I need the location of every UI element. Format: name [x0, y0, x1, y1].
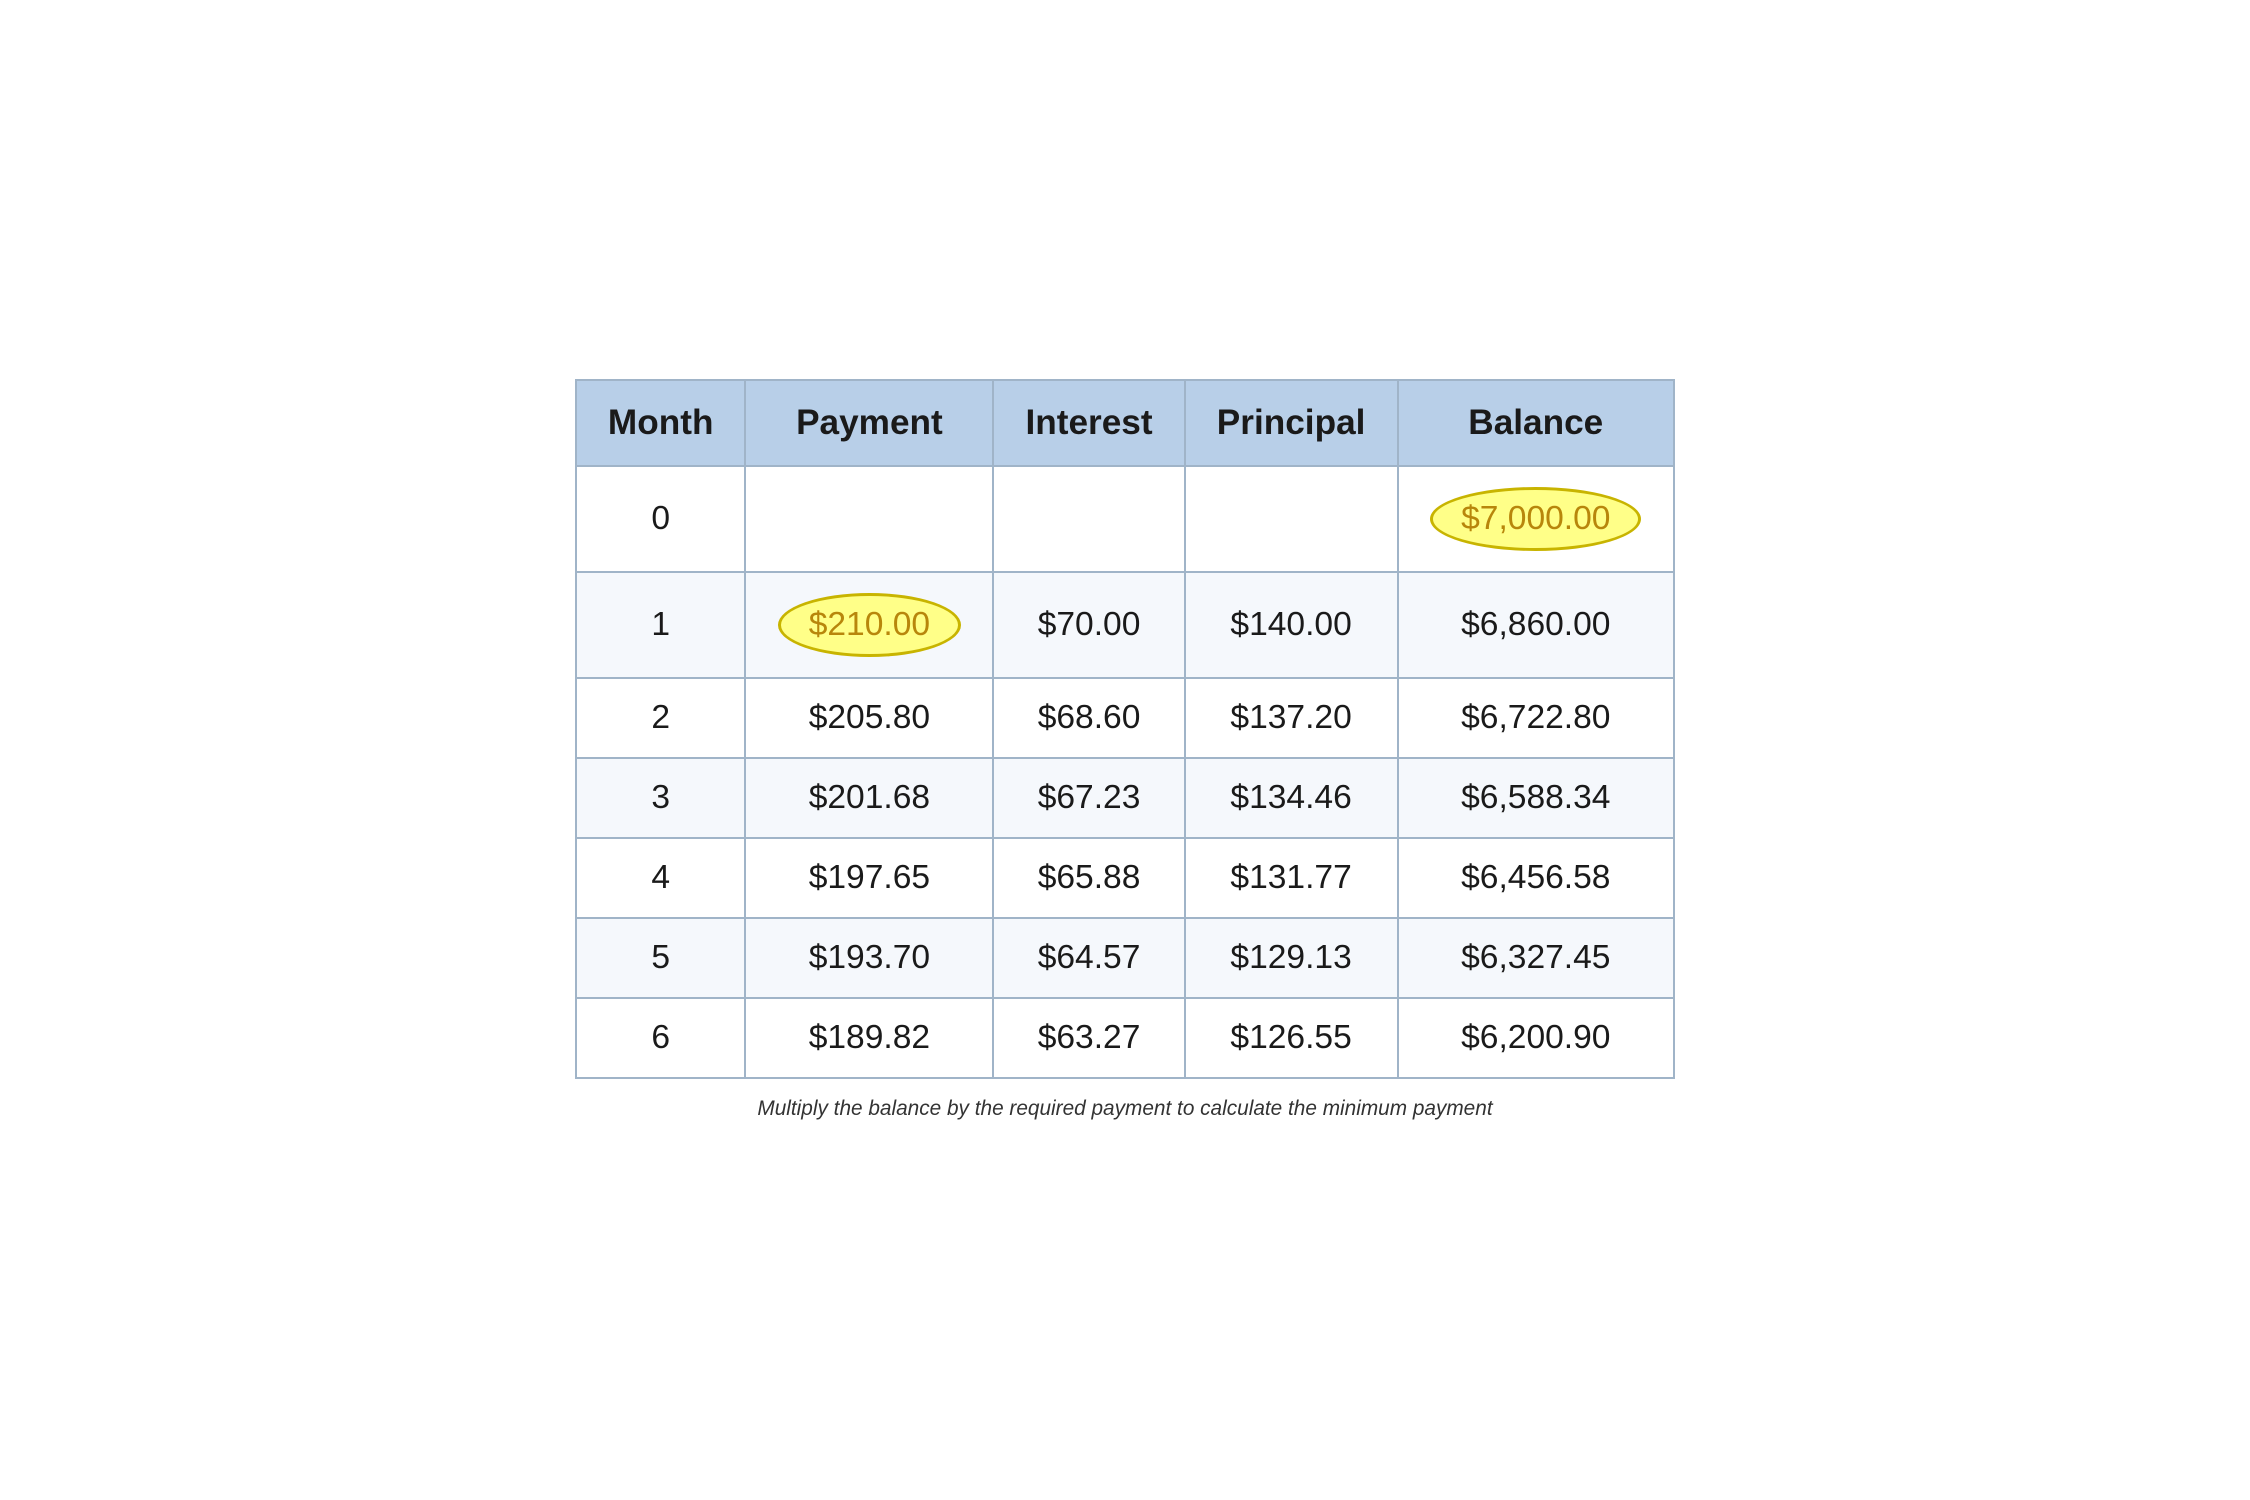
amortization-table-container: Month Payment Interest Principal Balance…	[575, 379, 1675, 1121]
cell-principal	[1185, 466, 1398, 572]
table-row: 5$193.70$64.57$129.13$6,327.45	[576, 918, 1674, 998]
table-header-row: Month Payment Interest Principal Balance	[576, 380, 1674, 466]
cell-interest: $63.27	[993, 998, 1184, 1078]
cell-interest: $65.88	[993, 838, 1184, 918]
cell-balance: $6,588.34	[1398, 758, 1674, 838]
cell-interest: $64.57	[993, 918, 1184, 998]
footnote-text: Multiply the balance by the required pay…	[575, 1097, 1675, 1121]
cell-month: 6	[576, 998, 745, 1078]
table-row: 0 $7,000.00	[576, 466, 1674, 572]
highlighted-payment: $210.00	[778, 593, 961, 657]
cell-payment: $205.80	[745, 678, 993, 758]
cell-principal: $134.46	[1185, 758, 1398, 838]
cell-balance: $7,000.00	[1398, 466, 1674, 572]
cell-payment: $197.65	[745, 838, 993, 918]
table-row: 1 $210.00 $70.00$140.00$6,860.00	[576, 572, 1674, 678]
table-row: 2$205.80$68.60$137.20$6,722.80	[576, 678, 1674, 758]
cell-interest: $67.23	[993, 758, 1184, 838]
cell-interest: $68.60	[993, 678, 1184, 758]
cell-balance: $6,722.80	[1398, 678, 1674, 758]
cell-month: 5	[576, 918, 745, 998]
header-payment: Payment	[745, 380, 993, 466]
header-month: Month	[576, 380, 745, 466]
cell-month: 2	[576, 678, 745, 758]
cell-principal: $137.20	[1185, 678, 1398, 758]
cell-principal: $140.00	[1185, 572, 1398, 678]
cell-month: 1	[576, 572, 745, 678]
header-principal: Principal	[1185, 380, 1398, 466]
highlighted-balance: $7,000.00	[1430, 487, 1641, 551]
cell-payment: $189.82	[745, 998, 993, 1078]
cell-month: 4	[576, 838, 745, 918]
cell-payment: $201.68	[745, 758, 993, 838]
header-interest: Interest	[993, 380, 1184, 466]
table-row: 4$197.65$65.88$131.77$6,456.58	[576, 838, 1674, 918]
cell-balance: $6,456.58	[1398, 838, 1674, 918]
header-balance: Balance	[1398, 380, 1674, 466]
cell-balance: $6,327.45	[1398, 918, 1674, 998]
cell-month: 0	[576, 466, 745, 572]
cell-interest: $70.00	[993, 572, 1184, 678]
cell-interest	[993, 466, 1184, 572]
amortization-table: Month Payment Interest Principal Balance…	[575, 379, 1675, 1079]
table-row: 3$201.68$67.23$134.46$6,588.34	[576, 758, 1674, 838]
cell-payment: $210.00	[745, 572, 993, 678]
cell-balance: $6,860.00	[1398, 572, 1674, 678]
cell-principal: $131.77	[1185, 838, 1398, 918]
cell-month: 3	[576, 758, 745, 838]
cell-payment	[745, 466, 993, 572]
cell-principal: $126.55	[1185, 998, 1398, 1078]
cell-balance: $6,200.90	[1398, 998, 1674, 1078]
cell-principal: $129.13	[1185, 918, 1398, 998]
table-row: 6$189.82$63.27$126.55$6,200.90	[576, 998, 1674, 1078]
cell-payment: $193.70	[745, 918, 993, 998]
